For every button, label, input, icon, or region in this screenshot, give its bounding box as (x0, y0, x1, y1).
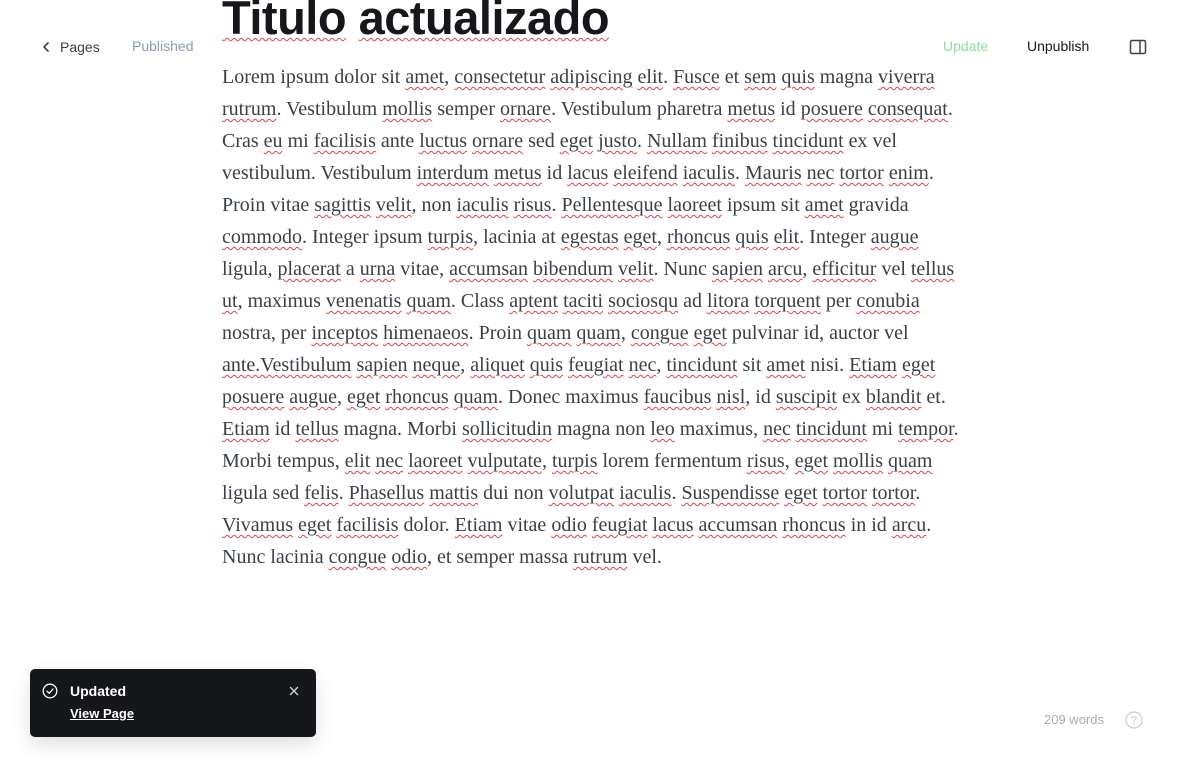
settings-panel-toggle-icon[interactable] (1129, 38, 1147, 56)
chevron-left-icon (42, 37, 52, 57)
check-circle-icon (42, 683, 58, 699)
help-icon[interactable] (1125, 711, 1143, 729)
word-count: 209 words (1044, 712, 1104, 727)
back-to-pages-link[interactable]: Pages (42, 37, 100, 57)
publish-status: Published (132, 38, 194, 54)
view-page-link[interactable]: View Page (70, 706, 134, 721)
update-button[interactable]: Update (943, 38, 988, 54)
post-title[interactable]: Titulo actualizado (222, 0, 610, 45)
post-body[interactable]: Lorem ipsum dolor sit amet, consectetur … (222, 61, 964, 573)
unpublish-button[interactable]: Unpublish (1027, 38, 1089, 54)
updated-toast: Updated View Page (30, 669, 316, 737)
back-label: Pages (60, 39, 100, 55)
close-icon[interactable] (288, 684, 300, 696)
toast-title: Updated (70, 683, 126, 699)
